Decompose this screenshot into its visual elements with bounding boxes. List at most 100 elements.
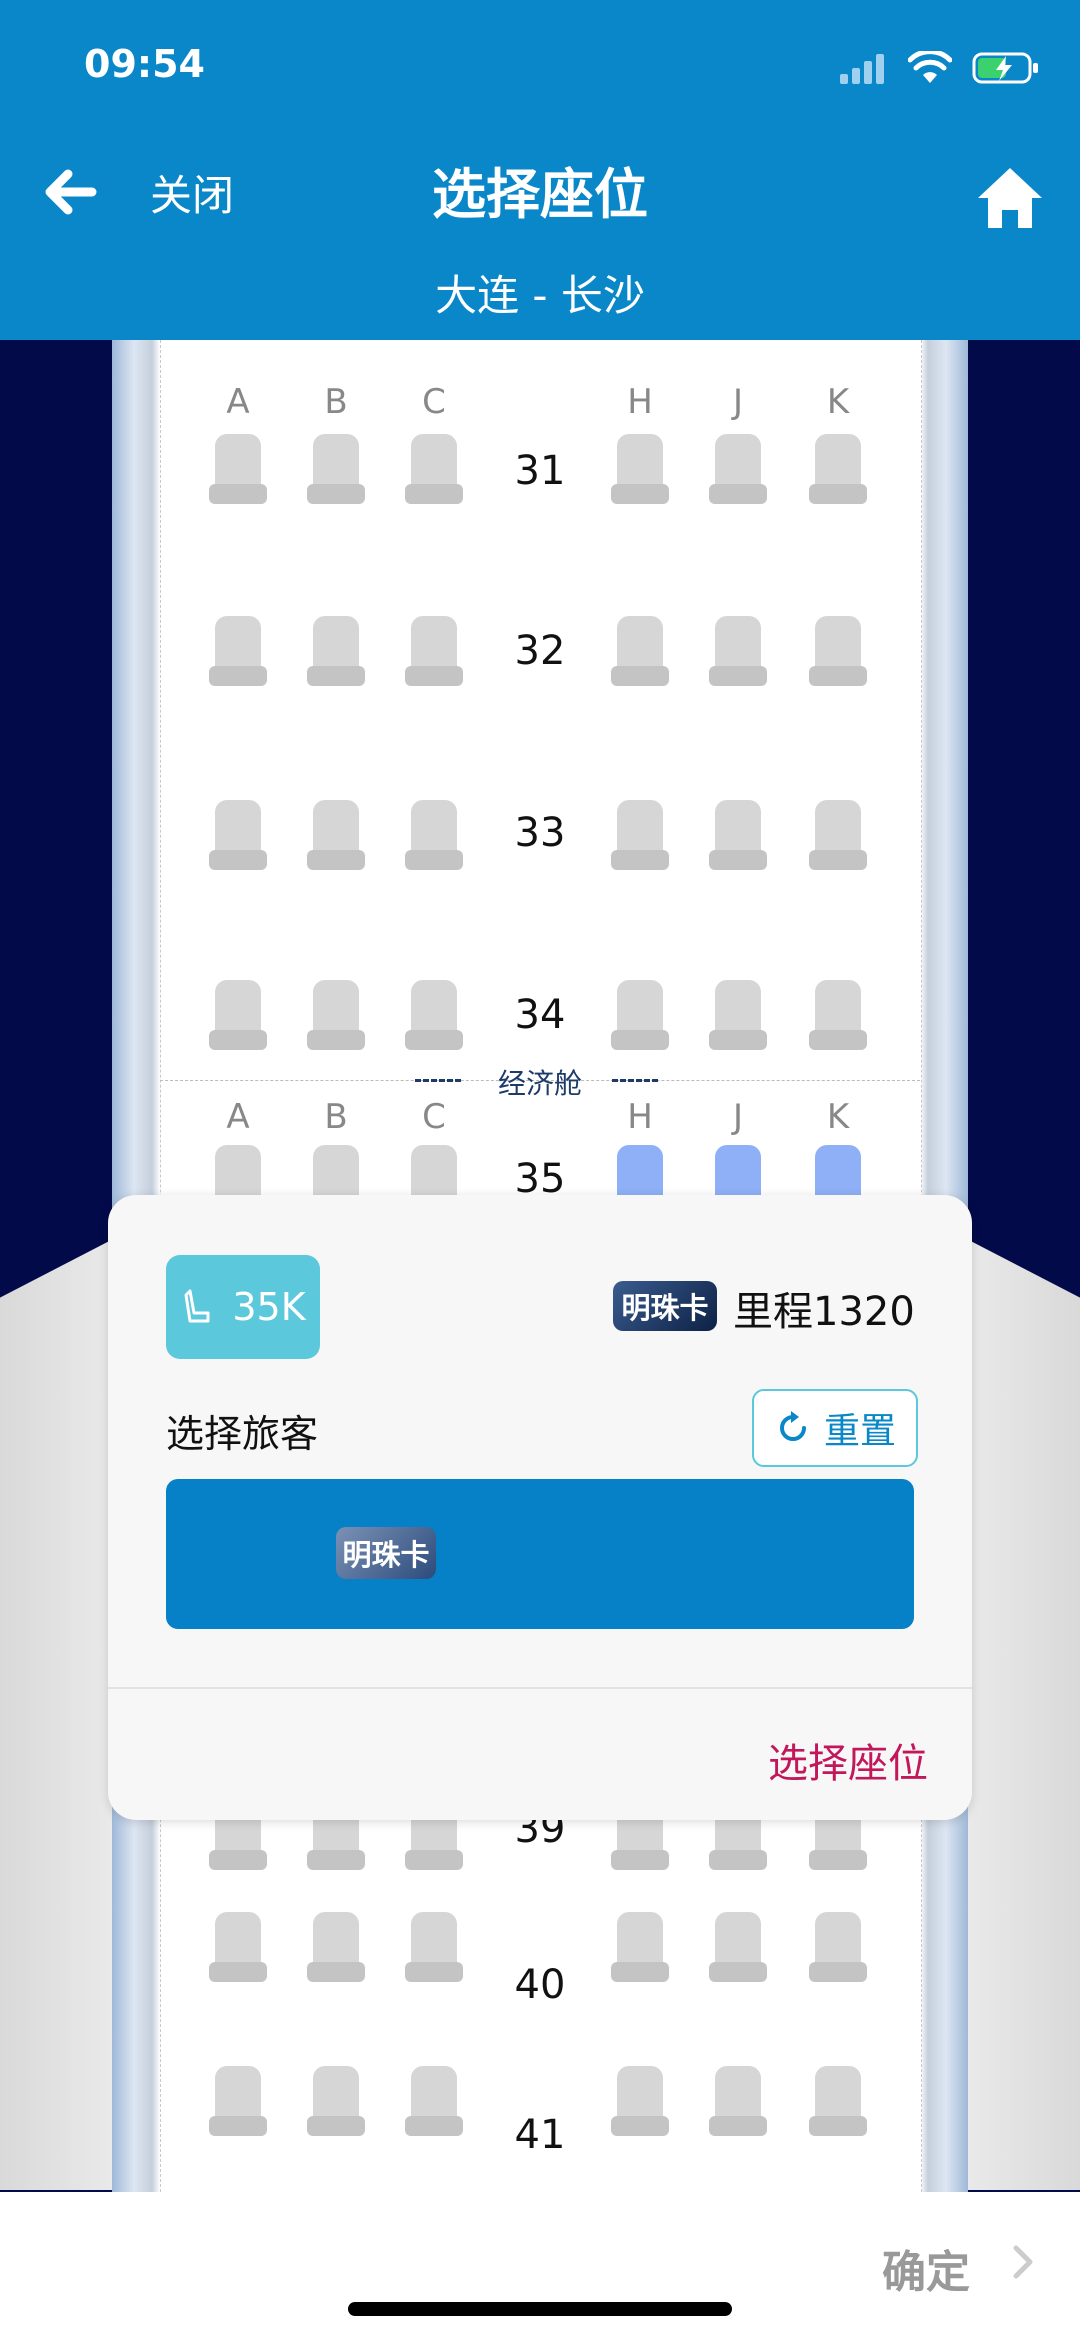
seat-33C[interactable] [405, 800, 463, 872]
seat-base [307, 666, 365, 686]
seat-base [809, 1850, 867, 1870]
seat-back [215, 434, 261, 490]
seat-41C[interactable] [405, 2066, 463, 2138]
seat-back [617, 616, 663, 672]
seat-back [715, 616, 761, 672]
seat-34B[interactable] [307, 980, 365, 1052]
seat-31C[interactable] [405, 434, 463, 506]
seat-40B[interactable] [307, 1912, 365, 1984]
member-card-tag: 明珠卡 [613, 1281, 717, 1331]
page-title: 选择座位 [432, 163, 648, 226]
seat-41K[interactable] [809, 2066, 867, 2138]
seat-base [809, 1030, 867, 1050]
seat-base [611, 2116, 669, 2136]
seat-33H[interactable] [611, 800, 669, 872]
seat-34H[interactable] [611, 980, 669, 1052]
chevron-right-icon[interactable] [1008, 2242, 1038, 2282]
seat-base [405, 484, 463, 504]
seat-31A[interactable] [209, 434, 267, 506]
seat-base [209, 1850, 267, 1870]
seat-32K[interactable] [809, 616, 867, 688]
seat-31H[interactable] [611, 434, 669, 506]
seat-icon [184, 1289, 210, 1323]
seat-back [411, 2066, 457, 2122]
seat-back [715, 2066, 761, 2122]
seat-31J[interactable] [709, 434, 767, 506]
seat-41J[interactable] [709, 2066, 767, 2138]
column-label: A [226, 1097, 250, 1137]
seat-back [715, 1912, 761, 1968]
home-indicator [348, 2302, 732, 2316]
home-icon[interactable] [970, 158, 1050, 238]
seat-back [313, 616, 359, 672]
seat-33K[interactable] [809, 800, 867, 872]
column-label: H [627, 382, 653, 422]
seat-34C[interactable] [405, 980, 463, 1052]
seat-base [709, 850, 767, 870]
seat-back [411, 980, 457, 1036]
seat-base [209, 1030, 267, 1050]
seat-back [815, 616, 861, 672]
column-label: K [826, 382, 850, 422]
column-label: H [627, 1097, 653, 1137]
seat-back [411, 616, 457, 672]
seat-31K[interactable] [809, 434, 867, 506]
seat-40A[interactable] [209, 1912, 267, 1984]
confirm-button[interactable]: 确定 [882, 2236, 970, 2300]
column-label: J [732, 1097, 744, 1137]
seat-40H[interactable] [611, 1912, 669, 1984]
seat-back [313, 980, 359, 1036]
seat-back [815, 980, 861, 1036]
battery-charging-icon [972, 52, 1038, 84]
cabin-section-label: 经济舱 [497, 1067, 582, 1100]
seat-back [313, 434, 359, 490]
seat-33J[interactable] [709, 800, 767, 872]
seat-back [617, 1145, 663, 1201]
route-subtitle: 大连 - 长沙 [435, 271, 645, 320]
seat-40J[interactable] [709, 1912, 767, 1984]
seat-back [617, 980, 663, 1036]
seat-base [307, 850, 365, 870]
seat-back [411, 434, 457, 490]
column-label: A [226, 382, 250, 422]
choose-seat-button[interactable]: 选择座位 [768, 1731, 928, 1789]
seat-32J[interactable] [709, 616, 767, 688]
seat-34J[interactable] [709, 980, 767, 1052]
seat-base [709, 1850, 767, 1870]
seat-40K[interactable] [809, 1912, 867, 1984]
seat-34K[interactable] [809, 980, 867, 1052]
seat-32B[interactable] [307, 616, 365, 688]
seat-base [611, 1962, 669, 1982]
seat-33A[interactable] [209, 800, 267, 872]
seat-31B[interactable] [307, 434, 365, 506]
seat-back [715, 1145, 761, 1201]
seat-base [405, 850, 463, 870]
seat-40C[interactable] [405, 1912, 463, 1984]
seat-back [715, 800, 761, 856]
seat-back [715, 434, 761, 490]
seat-base [307, 2116, 365, 2136]
seat-41B[interactable] [307, 2066, 365, 2138]
row-number: 33 [514, 810, 566, 856]
seat-base [611, 484, 669, 504]
passenger-option[interactable]: 明珠卡 [166, 1479, 914, 1629]
seat-base [307, 484, 365, 504]
status-icons [840, 46, 1040, 90]
seat-41H[interactable] [611, 2066, 669, 2138]
seat-base [709, 2116, 767, 2136]
seat-base [405, 666, 463, 686]
app-header: 09:54 关闭 选择座位 大连 - 长沙 [0, 0, 1080, 340]
seat-32H[interactable] [611, 616, 669, 688]
seat-32C[interactable] [405, 616, 463, 688]
reset-button[interactable]: 重置 [752, 1389, 918, 1467]
seat-back [215, 800, 261, 856]
seat-34A[interactable] [209, 980, 267, 1052]
seat-base [405, 1850, 463, 1870]
column-label: B [324, 382, 348, 422]
seat-33B[interactable] [307, 800, 365, 872]
seat-back [815, 800, 861, 856]
seat-base [307, 1850, 365, 1870]
seat-41A[interactable] [209, 2066, 267, 2138]
seat-32A[interactable] [209, 616, 267, 688]
seat-base [405, 2116, 463, 2136]
